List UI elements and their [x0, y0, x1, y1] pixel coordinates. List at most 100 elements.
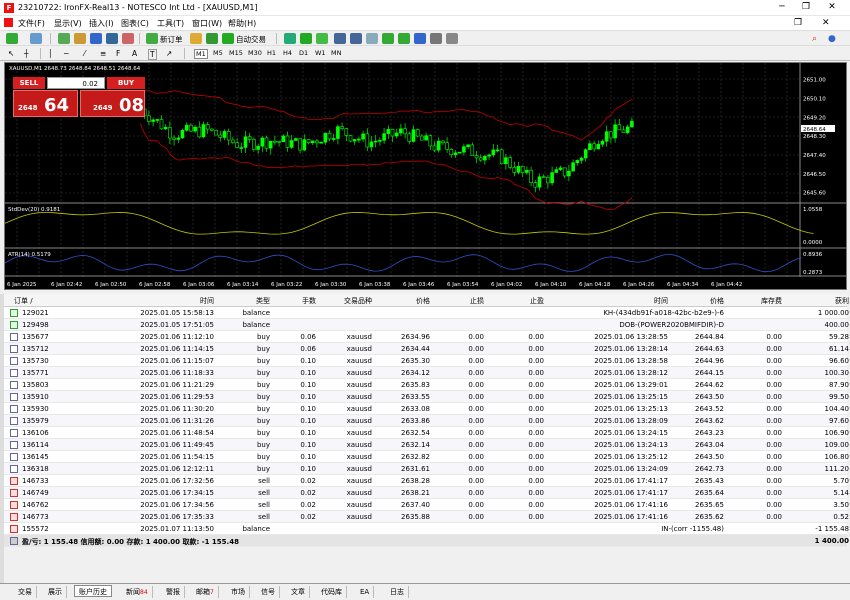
table-row[interactable]: 135730 2025.01.06 11:15:07 buy 0.10 xauusd 26… — [4, 355, 849, 367]
tester-icon[interactable] — [122, 33, 134, 44]
table-row[interactable]: 136106 2025.01.06 11:48:54 buy 0.10 xauusd 26… — [4, 427, 849, 439]
menu-window[interactable]: 窗口(W) — [192, 18, 222, 29]
table-row[interactable]: 136318 2025.01.06 12:12:11 buy 0.10 xauusd 26… — [4, 463, 849, 475]
autoscroll-icon[interactable] — [382, 33, 394, 44]
trendline-icon[interactable]: ⁄ — [84, 49, 85, 58]
tab-5[interactable]: 邮箱7 — [192, 586, 219, 598]
table-row[interactable]: 135712 2025.01.06 11:14:15 buy 0.06 xauusd 26… — [4, 343, 849, 355]
volume-input[interactable]: 0.02 — [47, 77, 105, 89]
sell-button[interactable]: SELL — [13, 77, 45, 89]
tile-windows-icon[interactable] — [366, 33, 378, 44]
bar-chart-icon[interactable] — [284, 33, 296, 44]
metaeditor-icon[interactable] — [190, 33, 202, 44]
table-row[interactable]: 146749 2025.01.06 17:34:15 sell 0.02 xauusd 2… — [4, 487, 849, 499]
tab-8[interactable]: 文章 — [287, 586, 310, 598]
sell-price[interactable]: 2648 64 — [13, 90, 78, 117]
tab-3[interactable]: 新闻84 — [122, 586, 153, 598]
column-header[interactable]: 价格 — [416, 296, 430, 306]
column-header[interactable]: 类型 — [256, 296, 270, 306]
column-header[interactable]: 交易品种 — [344, 296, 372, 306]
column-header[interactable]: 止盈 — [530, 296, 544, 306]
price-chart[interactable]: 2651.00 2650.10 2649.20 2648.64 2648.30 2647.… — [4, 62, 847, 290]
table-row[interactable]: 146762 2025.01.06 17:34:56 sell 0.02 xauusd 2… — [4, 499, 849, 511]
tf-m5[interactable]: M5 — [213, 49, 223, 57]
column-header[interactable]: 时间 — [654, 296, 668, 306]
column-header[interactable]: 订单 / — [14, 296, 33, 306]
new-order-icon[interactable] — [146, 33, 158, 44]
tab-1[interactable]: 展示 — [44, 586, 67, 598]
table-row[interactable]: 146773 2025.01.06 17:35:33 sell 0.02 xauusd 2… — [4, 511, 849, 523]
line-chart-icon[interactable] — [316, 33, 328, 44]
periods-icon[interactable] — [430, 33, 442, 44]
templates-icon[interactable] — [446, 33, 458, 44]
minimize-button[interactable]: ─ — [770, 2, 794, 12]
menu-tools[interactable]: 工具(T) — [157, 18, 184, 29]
chart-shift-icon[interactable] — [398, 33, 410, 44]
tab-4[interactable]: 警报 — [162, 586, 185, 598]
table-row[interactable]: 135910 2025.01.06 11:29:53 buy 0.10 xauusd 26… — [4, 391, 849, 403]
tf-h1[interactable]: H1 — [267, 49, 276, 57]
table-row[interactable]: 155572 2025.01.07 11:13:50 balance IN-(corr… — [4, 523, 849, 535]
table-row[interactable]: 136145 2025.01.06 11:54:15 buy 0.10 xauusd 26… — [4, 451, 849, 463]
help-icon[interactable]: ● — [828, 34, 836, 44]
table-row[interactable]: 135771 2025.01.06 11:18:33 buy 0.10 xauusd 26… — [4, 367, 849, 379]
new-order-button[interactable]: 新订单 — [160, 34, 183, 45]
menu-help[interactable]: 帮助(H) — [228, 18, 256, 29]
tab-0[interactable]: 交易 — [14, 586, 37, 598]
table-row[interactable]: 136114 2025.01.06 11:49:45 buy 0.10 xauusd 26… — [4, 439, 849, 451]
buy-price[interactable]: 2649 08 — [80, 90, 145, 117]
menu-charts[interactable]: 图表(C) — [121, 18, 149, 29]
channel-icon[interactable]: ≡ — [100, 49, 106, 58]
column-header[interactable]: 获利 — [835, 296, 849, 306]
tf-h4[interactable]: H4 — [283, 49, 292, 57]
table-row[interactable]: 135930 2025.01.06 11:30:20 buy 0.10 xauusd 26… — [4, 403, 849, 415]
autotrade-icon[interactable] — [222, 33, 234, 44]
indicators-icon[interactable] — [414, 33, 426, 44]
tf-m30[interactable]: M30 — [248, 49, 262, 57]
arrows-icon[interactable]: ↗ — [166, 49, 172, 58]
column-header[interactable]: 库存费 — [761, 296, 782, 306]
tf-d1[interactable]: D1 — [299, 49, 308, 57]
tf-m15[interactable]: M15 — [229, 49, 243, 57]
table-row[interactable]: 129498 2025.01.05 17:51:05 balance DOB-(POW… — [4, 319, 849, 331]
maximize-button[interactable]: ❐ — [794, 2, 818, 12]
tab-7[interactable]: 信号 — [257, 586, 280, 598]
column-header[interactable]: 止损 — [470, 296, 484, 306]
horizontal-line-icon[interactable]: ─ — [64, 49, 69, 58]
scripts-icon[interactable] — [206, 33, 218, 44]
crosshair-icon[interactable]: ┼ — [24, 49, 29, 58]
tab-10[interactable]: EA — [356, 586, 375, 598]
vertical-line-icon[interactable]: │ — [48, 49, 53, 58]
data-window-icon[interactable] — [74, 33, 86, 44]
table-row[interactable]: 135677 2025.01.06 11:12:10 buy 0.06 xauusd 26… — [4, 331, 849, 343]
zoom-out-icon[interactable] — [350, 33, 362, 44]
terminal-icon[interactable] — [106, 33, 118, 44]
tab-6[interactable]: 市场 — [227, 586, 250, 598]
autotrade-button[interactable]: 自动交易 — [236, 34, 266, 45]
table-row[interactable]: 129021 2025.01.05 15:58:13 balance KH-(434d… — [4, 307, 849, 319]
menu-file[interactable]: 文件(F) — [18, 18, 45, 29]
label-icon[interactable]: T — [148, 49, 157, 60]
text-icon[interactable]: A — [132, 49, 137, 58]
table-row[interactable]: 135803 2025.01.06 11:21:29 buy 0.10 xauusd 26… — [4, 379, 849, 391]
close-child-icon[interactable]: ✕ — [822, 18, 830, 28]
zoom-in-icon[interactable] — [334, 33, 346, 44]
fibo-icon[interactable]: F — [116, 49, 120, 58]
buy-button[interactable]: BUY — [107, 77, 145, 89]
market-watch-icon[interactable] — [58, 33, 70, 44]
search-icon[interactable]: ⌕ — [812, 34, 817, 44]
tf-m1[interactable]: M1 — [194, 49, 208, 59]
column-header[interactable]: 手数 — [302, 296, 316, 306]
tf-mn[interactable]: MN — [331, 49, 341, 57]
column-header[interactable]: 时间 — [200, 296, 214, 306]
tab-11[interactable]: 日志 — [386, 586, 409, 598]
profiles-icon[interactable] — [30, 33, 42, 44]
menu-view[interactable]: 显示(V) — [54, 18, 82, 29]
tab-2[interactable]: 账户历史 — [74, 585, 112, 597]
table-row[interactable]: 135979 2025.01.06 11:31:26 buy 0.10 xauusd 26… — [4, 415, 849, 427]
new-chart-icon[interactable] — [6, 33, 18, 44]
navigator-icon[interactable] — [90, 33, 102, 44]
cursor-icon[interactable]: ↖ — [8, 49, 14, 58]
tf-w1[interactable]: W1 — [315, 49, 326, 57]
table-row[interactable]: 146733 2025.01.06 17:32:56 sell 0.02 xauusd 2… — [4, 475, 849, 487]
